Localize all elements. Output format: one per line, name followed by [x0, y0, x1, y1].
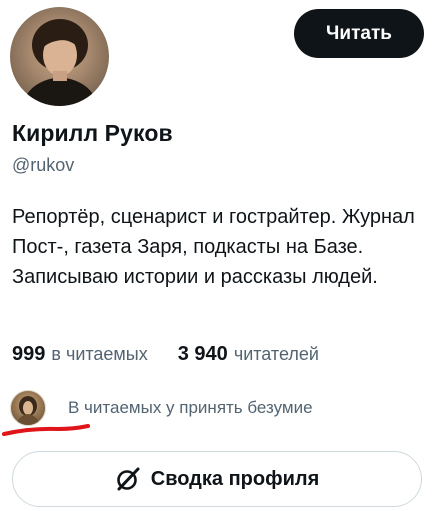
follow-button[interactable]: Читать	[294, 9, 424, 58]
followed-by-text: В читаемых у принять безумие	[68, 398, 313, 417]
following-label: в читаемых	[51, 344, 148, 364]
following-count: 999	[12, 343, 46, 365]
following-stat[interactable]: 999 в читаемых	[12, 343, 148, 366]
profile-name: Кирилл Руков	[12, 120, 173, 146]
followers-stat[interactable]: 3 940 читателей	[178, 343, 319, 366]
profile-handle: @rukov	[12, 155, 75, 175]
red-underline-mark	[2, 424, 90, 436]
followers-count: 3 940	[177, 343, 228, 365]
grok-slash-icon	[116, 467, 140, 491]
profile-summary-button[interactable]: Сводка профиля	[12, 451, 422, 507]
followers-label: читателей	[233, 344, 319, 364]
profile-avatar[interactable]	[10, 7, 109, 106]
avatar-photo-icon	[22, 19, 98, 106]
profile-bio: Репортёр, сценарист и гострайтер. Журнал…	[12, 206, 415, 288]
profile-summary-label: Сводка профиля	[150, 467, 320, 490]
profile-stats: 999 в читаемых 3 940 читателей	[12, 343, 319, 366]
